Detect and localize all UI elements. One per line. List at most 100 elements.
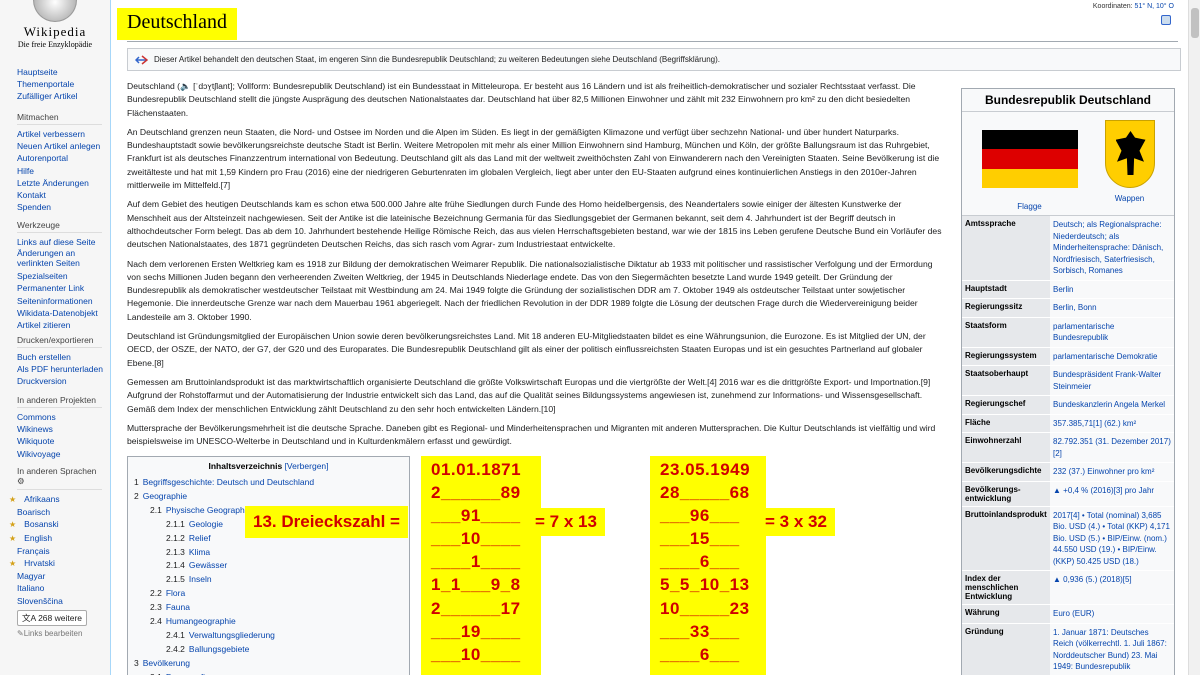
toc-header: Inhaltsverzeichnis [Verbergen] bbox=[134, 461, 403, 471]
lang-item[interactable]: Boarisch bbox=[17, 506, 109, 518]
gear-icon[interactable]: ⚙ bbox=[17, 476, 25, 486]
nav-item[interactable]: Druckversion bbox=[17, 375, 109, 387]
flag-figure[interactable]: Flagge bbox=[981, 120, 1078, 211]
nav-item[interactable]: Kontakt bbox=[17, 189, 109, 201]
nav-item[interactable]: Neuen Artikel anlegen bbox=[17, 140, 109, 152]
map-icon[interactable] bbox=[1161, 15, 1171, 25]
toc-link[interactable]: Ballungsgebiete bbox=[189, 644, 250, 654]
nav-item[interactable]: Wikivoyage bbox=[17, 448, 109, 460]
lang-item[interactable]: ★ English bbox=[9, 532, 109, 545]
nav-item[interactable]: Spenden bbox=[17, 201, 109, 213]
nav-item[interactable]: Artikel verbessern bbox=[17, 128, 109, 140]
lang-label: English bbox=[24, 532, 53, 543]
nav-item[interactable]: Änderungen an verlinkten Seiten bbox=[17, 248, 109, 268]
nav-item[interactable]: Links auf diese Seite bbox=[17, 236, 109, 248]
coordinates[interactable]: Koordinaten: 51° N, 10° O bbox=[1093, 3, 1174, 10]
infobox-value[interactable]: 357.385,71[1] (62.) km² bbox=[1050, 415, 1174, 433]
infobox-row: Regierungschef Bundeskanzlerin Angela Mer… bbox=[962, 396, 1174, 415]
toc-link[interactable]: Verwaltungsgliederung bbox=[189, 630, 275, 640]
coat-figure[interactable]: Wappen bbox=[1104, 120, 1155, 211]
toc-link[interactable]: Geographie bbox=[143, 491, 187, 501]
lang-item[interactable]: ★ Afrikaans bbox=[9, 493, 109, 506]
infobox-value[interactable]: parlamentarische Demokratie bbox=[1050, 348, 1174, 366]
toc-item[interactable]: 3 Bevölkerung bbox=[134, 657, 403, 671]
infobox-label: Einwohnerzahl bbox=[962, 433, 1050, 462]
nav-projekte: In anderen Projekten Commons Wikinews Wi… bbox=[17, 395, 109, 460]
toc-number: 2.1.3 bbox=[166, 546, 185, 557]
toc-item[interactable]: 3.1Demografie bbox=[134, 671, 403, 675]
infobox-value[interactable]: Euro (EUR) bbox=[1050, 605, 1174, 623]
infobox-value[interactable]: 2017[4] • Total (nominal) 3,685 Bio. USD… bbox=[1050, 507, 1174, 571]
infobox-value[interactable]: 232 (37.) Einwohner pro km² bbox=[1050, 463, 1174, 481]
nav-sprachen: In anderen Sprachen ⚙ ★ Afrikaans Boarisc… bbox=[9, 466, 109, 638]
nav-item[interactable]: Wikiquote bbox=[17, 435, 109, 447]
toc-item[interactable]: 2.1.4 Gewässer bbox=[134, 559, 403, 573]
infobox-value[interactable]: ▲ +0,4 % (2016)[3] pro Jahr bbox=[1050, 482, 1174, 506]
edit-links[interactable]: ✎Links bearbeiten bbox=[17, 629, 109, 638]
infobox-value[interactable]: ▲ 0,936 (5.) (2018)[5] bbox=[1050, 571, 1174, 604]
toc-item[interactable]: 2.1.3 Klima bbox=[134, 546, 403, 560]
coat-caption[interactable]: Wappen bbox=[1115, 194, 1145, 203]
flag-caption[interactable]: Flagge bbox=[1017, 202, 1041, 211]
toc-link[interactable]: Flora bbox=[166, 588, 185, 598]
lang-item[interactable]: Français bbox=[17, 545, 109, 557]
infobox-label: Bevölkerungs-entwicklung bbox=[962, 481, 1050, 506]
nav-main: Hauptseite Themenportale Zufälliger Arti… bbox=[17, 66, 109, 103]
toc-item[interactable]: 2.4.1 Verwaltungsgliederung bbox=[134, 629, 403, 643]
nav-item[interactable]: Wikinews bbox=[17, 423, 109, 435]
nav-item[interactable]: Buch erstellen bbox=[17, 351, 109, 363]
nav-item[interactable]: Wikidata-Datenobjekt bbox=[17, 307, 109, 319]
toc-item[interactable]: 2.2 Flora bbox=[134, 587, 403, 601]
coords-value[interactable]: 51° N, 10° O bbox=[1135, 3, 1174, 10]
nav-item[interactable]: Als PDF herunterladen bbox=[17, 363, 109, 375]
infobox-value[interactable]: Berlin bbox=[1050, 281, 1174, 299]
toc-item[interactable]: 1 Begriffsgeschichte: Deutsch und Deutsch… bbox=[134, 476, 403, 490]
nav-item-zufall[interactable]: Zufälliger Artikel bbox=[17, 90, 109, 102]
nav-item[interactable]: Commons bbox=[17, 411, 109, 423]
more-languages-button[interactable]: 文A 268 weitere bbox=[17, 609, 88, 626]
lang-item[interactable]: Italiano bbox=[17, 582, 109, 594]
scrollbar-thumb[interactable] bbox=[1191, 8, 1199, 38]
toc-link[interactable]: Gewässer bbox=[189, 560, 227, 570]
infobox-value[interactable]: Berlin, Bonn bbox=[1050, 299, 1174, 317]
featured-star-icon: ★ bbox=[9, 495, 17, 504]
nav-item-themenportale[interactable]: Themenportale bbox=[17, 78, 109, 90]
infobox-value[interactable]: 82.792.351 (31. Dezember 2017)[2] bbox=[1050, 433, 1174, 462]
infobox-value[interactable]: 1. Januar 1871: Deutsches Reich (völkerr… bbox=[1050, 624, 1174, 675]
toc-link[interactable]: Humangeographie bbox=[166, 616, 236, 626]
toc-item[interactable]: 2.1.5 Inseln bbox=[134, 573, 403, 587]
toc-link[interactable]: Physische Geographie bbox=[166, 505, 252, 515]
wikipedia-logo[interactable]: Wikipedia Die freie Enzyklopädie bbox=[14, 0, 96, 49]
lang-item[interactable]: ★ Bosanski bbox=[9, 518, 109, 531]
nav-item-hauptseite[interactable]: Hauptseite bbox=[17, 66, 109, 78]
toc-number: 2 bbox=[134, 490, 139, 501]
toc-item[interactable]: 2.4.2 Ballungsgebiete bbox=[134, 643, 403, 657]
infobox-value[interactable]: Bundespräsident Frank-Walter Steinmeier bbox=[1050, 366, 1174, 395]
toc-item[interactable]: 2.3 Fauna bbox=[134, 601, 403, 615]
nav-item[interactable]: Hilfe bbox=[17, 165, 109, 177]
nav-item[interactable]: Seiteninformationen bbox=[17, 295, 109, 307]
infobox-value[interactable]: Deutsch; als Regionalsprache: Niederdeut… bbox=[1050, 216, 1174, 280]
toc-link[interactable]: Fauna bbox=[166, 602, 190, 612]
scrollbar[interactable] bbox=[1188, 0, 1200, 675]
nav-item[interactable]: Letzte Änderungen bbox=[17, 177, 109, 189]
toc-toggle[interactable]: [Verbergen] bbox=[285, 461, 329, 471]
toc-item[interactable]: 2.4 Humangeographie bbox=[134, 615, 403, 629]
lang-item[interactable]: ★ Hrvatski bbox=[9, 557, 109, 570]
nav-item[interactable]: Spezialseiten bbox=[17, 270, 109, 282]
infobox-value[interactable]: parlamentarische Bundesrepublik bbox=[1050, 318, 1174, 347]
nav-item[interactable]: Artikel zitieren bbox=[17, 319, 109, 331]
toc-link[interactable]: Bevölkerung bbox=[143, 658, 190, 668]
overlay-cell: 5_5_10_13 bbox=[660, 575, 750, 595]
toc-link[interactable]: Relief bbox=[189, 533, 211, 543]
toc-item[interactable]: 2 Geographie bbox=[134, 490, 403, 504]
toc-link[interactable]: Begriffsgeschichte: Deutsch und Deutschl… bbox=[143, 477, 314, 487]
toc-link[interactable]: Geologie bbox=[189, 519, 223, 529]
toc-link[interactable]: Inseln bbox=[189, 574, 212, 584]
nav-item[interactable]: Permanenter Link bbox=[17, 282, 109, 294]
nav-item[interactable]: Autorenportal bbox=[17, 152, 109, 164]
toc-link[interactable]: Klima bbox=[189, 547, 210, 557]
lang-item[interactable]: Magyar bbox=[17, 570, 109, 582]
infobox-value[interactable]: Bundeskanzlerin Angela Merkel bbox=[1050, 396, 1174, 414]
lang-item[interactable]: Slovenščina bbox=[17, 595, 109, 607]
